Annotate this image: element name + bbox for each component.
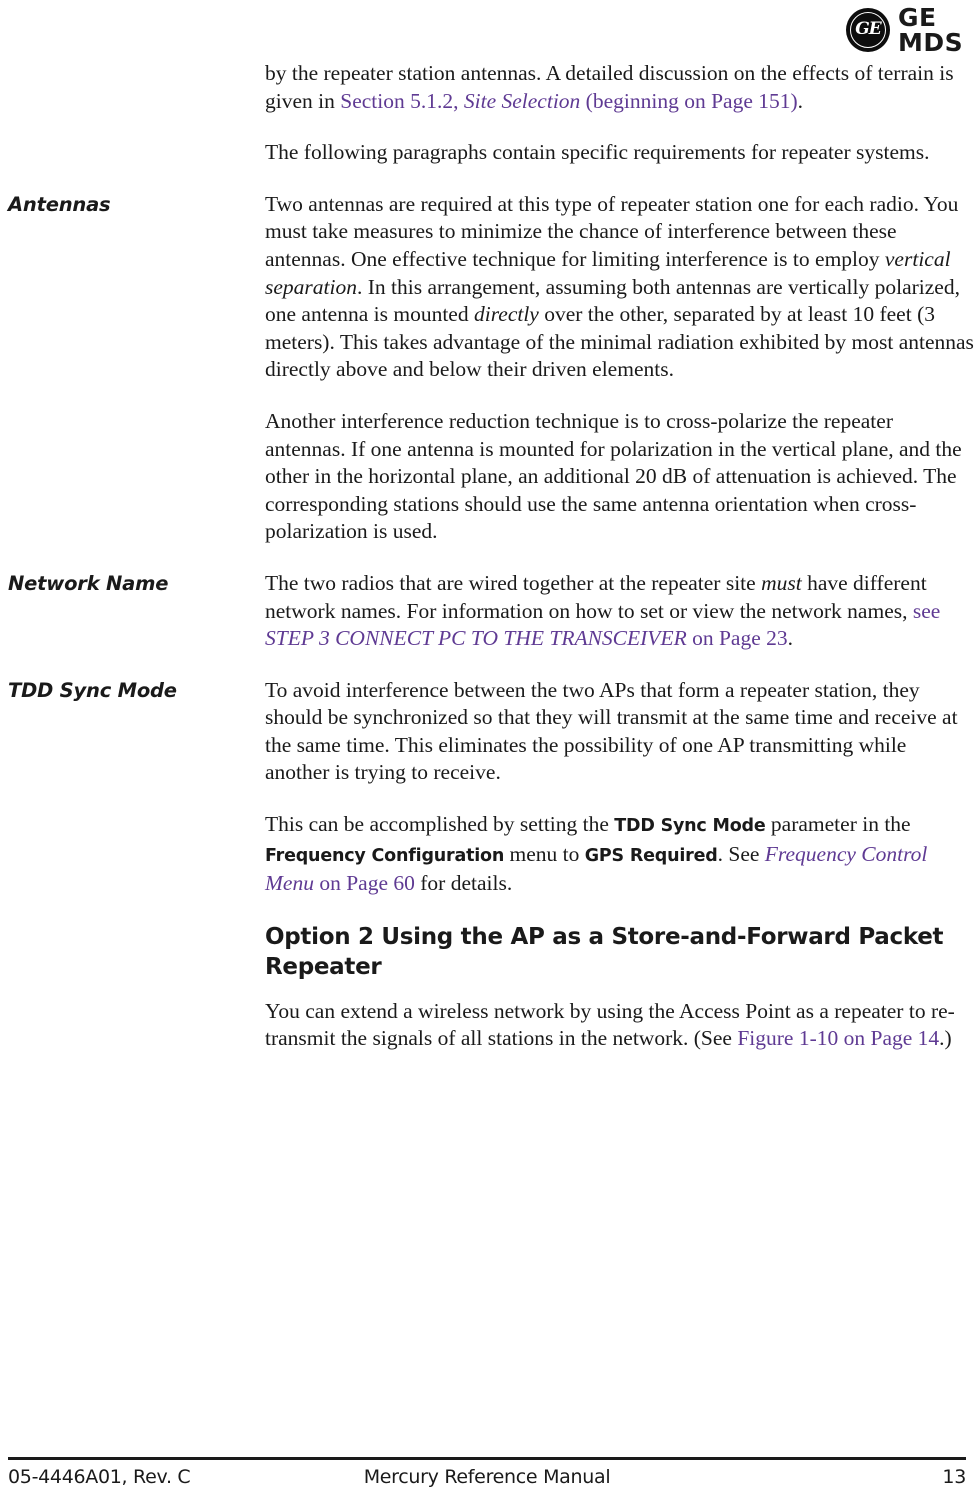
link-section-512[interactable]: Section 5.1.2, Site Selection (beginning… xyxy=(340,89,797,113)
param-gps-required: GPS Required xyxy=(584,845,718,866)
link-section-512-label: Section 5.1.2, xyxy=(340,88,464,113)
intro-p1-period: . xyxy=(797,88,804,113)
antennas-paragraph-1: Two antennas are required at this type o… xyxy=(265,191,975,384)
tdd-p2-c: menu to xyxy=(504,841,585,866)
link-section-512-title: Site Selection xyxy=(463,88,581,113)
page-content: by the repeater station antennas. A deta… xyxy=(0,60,979,1077)
margin-heading-tdd-sync-mode: TDD Sync Mode xyxy=(8,678,177,702)
page-footer: 05-4446A01, Rev. C Mercury Reference Man… xyxy=(8,1466,966,1488)
antennas-column: Two antennas are required at this type o… xyxy=(265,191,979,570)
margin-heading-antennas: Antennas xyxy=(8,192,111,216)
antennas-block: Antennas Two antennas are required at th… xyxy=(0,191,979,570)
link-frequency-control-menu-page: on Page 60 xyxy=(313,871,415,896)
link-see-label: see xyxy=(912,598,941,623)
footer-divider xyxy=(8,1457,966,1460)
network-name-italic-must: must xyxy=(761,570,802,595)
option2-block: Option 2 Using the AP as a Store-and-For… xyxy=(0,922,979,1077)
option2-paragraph: You can extend a wireless network by usi… xyxy=(265,998,975,1053)
option2-p-end: .) xyxy=(939,1026,952,1051)
tdd-paragraph-1: To avoid interference between the two AP… xyxy=(265,677,958,785)
ge-mds-logo: GE GE MDS xyxy=(846,3,979,57)
network-name-p-end: . xyxy=(787,626,794,651)
network-name-paragraph: The two radios that are wired together a… xyxy=(265,570,975,653)
param-tdd-sync-mode: TDD Sync Mode xyxy=(614,816,766,837)
intro-block: by the repeater station antennas. A deta… xyxy=(0,60,979,191)
param-frequency-configuration: Frequency Configuration xyxy=(265,845,505,866)
link-step-3-page: on Page 23 xyxy=(686,626,788,651)
tdd-p2-b: parameter in the xyxy=(765,812,911,837)
intro-paragraph-2: The following paragraphs contain specifi… xyxy=(265,140,930,165)
margin-heading-network-name: Network Name xyxy=(8,571,169,595)
tdd-p2-d: . See xyxy=(717,841,765,866)
tdd-p2-a: This can be accomplished by setting the xyxy=(265,812,615,837)
tdd-sync-mode-column: To avoid interference between the two AP… xyxy=(265,677,979,922)
section-heading-option2: Option 2 Using the AP as a Store-and-For… xyxy=(265,923,944,980)
ge-mds-wordmark: GE MDS xyxy=(898,3,964,57)
antennas-p1-a: Two antennas are required at this type o… xyxy=(265,191,959,271)
network-name-p-a: The two radios that are wired together a… xyxy=(265,570,762,595)
intro-column: by the repeater station antennas. A deta… xyxy=(265,60,979,191)
intro-paragraph-1: by the repeater station antennas. A deta… xyxy=(265,60,975,115)
tdd-p2-end: for details. xyxy=(414,871,513,896)
tdd-sync-mode-block: TDD Sync Mode To avoid interference betw… xyxy=(0,677,979,922)
footer-page-number: 13 xyxy=(942,1466,966,1488)
ge-monogram-icon: GE xyxy=(846,8,890,52)
tdd-paragraph-2: This can be accomplished by setting the … xyxy=(265,811,975,898)
option2-column: Option 2 Using the AP as a Store-and-For… xyxy=(265,922,979,1077)
footer-document-number: 05-4446A01, Rev. C xyxy=(8,1466,191,1488)
antennas-p1-italic-directly: directly xyxy=(473,302,539,327)
network-name-column: The two radios that are wired together a… xyxy=(265,570,979,677)
antennas-paragraph-2: Another interference reduction technique… xyxy=(265,408,962,544)
link-step-3-title: STEP 3 CONNECT PC TO THE TRANSCEIVER xyxy=(265,626,687,651)
link-section-512-page: (beginning on Page 151) xyxy=(580,88,798,113)
ge-monogram-letters: GE xyxy=(855,18,881,39)
link-figure-1-10[interactable]: Figure 1-10 on Page 14 xyxy=(737,1026,939,1050)
network-name-block: Network Name The two radios that are wir… xyxy=(0,570,979,677)
